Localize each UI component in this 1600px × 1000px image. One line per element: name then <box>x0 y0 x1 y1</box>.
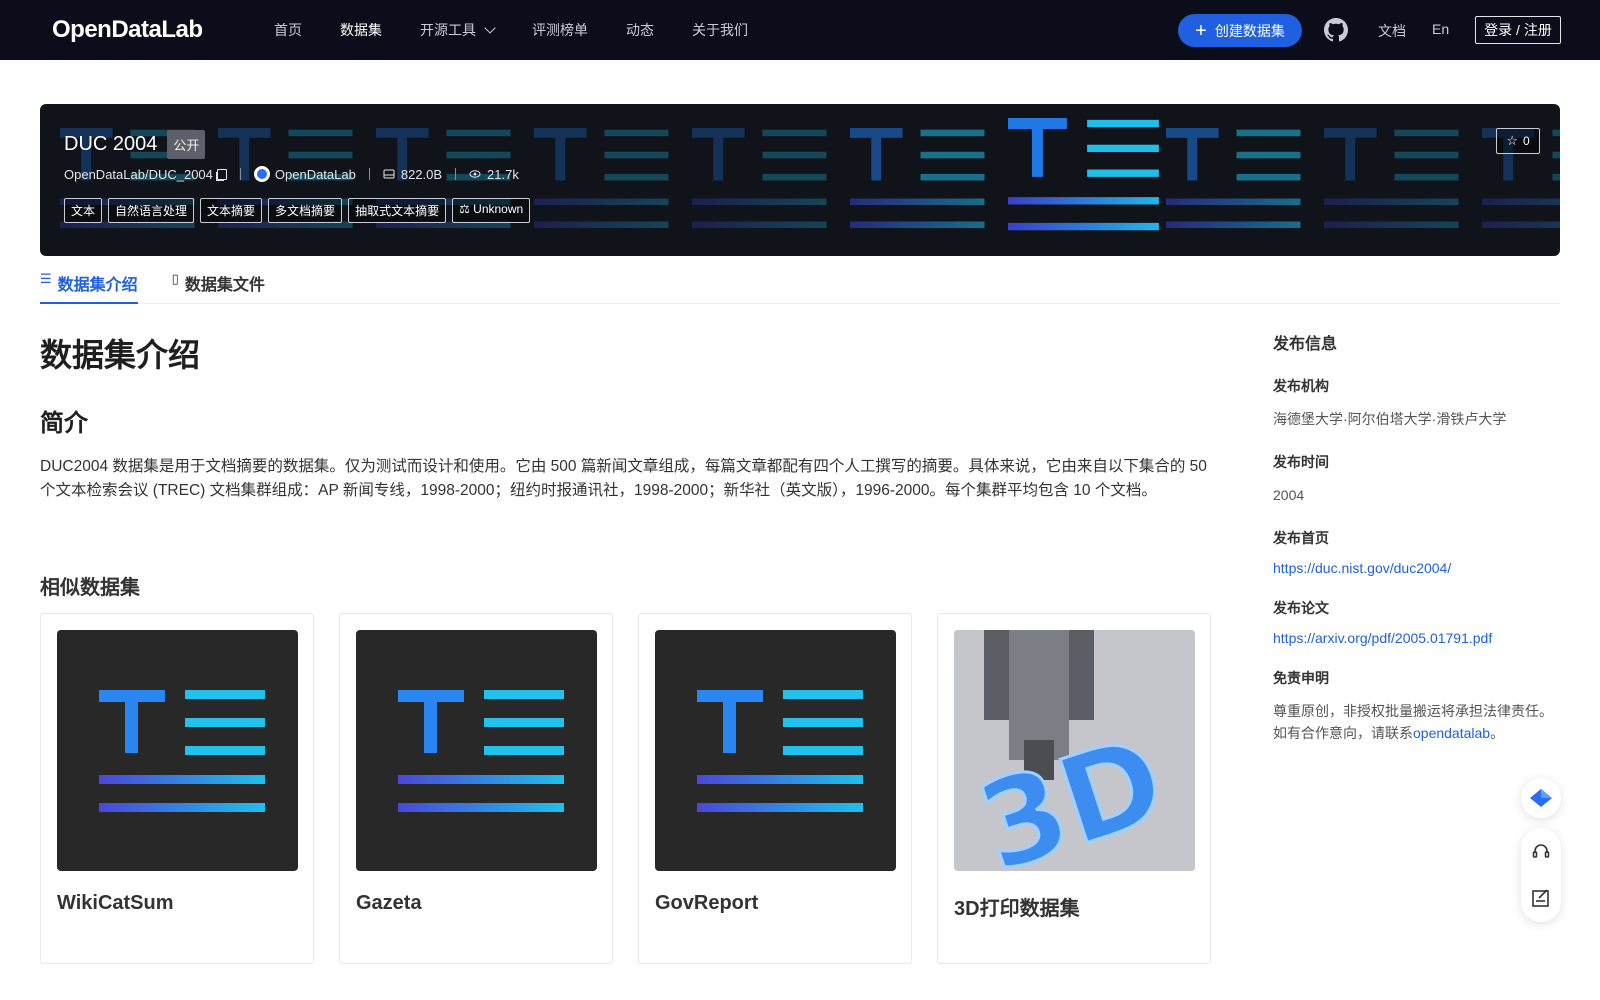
org-value: 海德堡大学·阿尔伯塔大学·滑铁卢大学 <box>1273 411 1507 427</box>
nav-link-tools[interactable]: 开源工具 <box>420 20 496 40</box>
paper-link[interactable]: https://arxiv.org/pdf/2005.01791.pdf <box>1273 630 1563 646</box>
logo-text: OpenDataLab <box>52 16 203 43</box>
similar-dataset-name: WikiCatSum <box>57 892 174 914</box>
license-tag[interactable]: ⚖ Unknown <box>452 198 531 223</box>
similar-dataset-name: Gazeta <box>356 892 422 914</box>
view-count: 21.7k <box>487 166 519 182</box>
divider <box>455 168 457 180</box>
nav-link-tools-label: 开源工具 <box>420 22 476 38</box>
logo[interactable]: OpenDataLab <box>52 14 203 46</box>
tag[interactable]: 文本 <box>64 198 103 223</box>
language-switch[interactable]: En <box>1432 21 1449 37</box>
tag[interactable]: 多文档摘要 <box>268 198 343 223</box>
similar-dataset-card[interactable]: 3D 3D打印数据集 <box>937 613 1211 964</box>
feedback-icon[interactable] <box>1531 888 1551 908</box>
publish-info: 发布信息 发布机构 海德堡大学·阿尔伯塔大学·滑铁卢大学 发布时间 2004 发… <box>1273 330 1563 744</box>
org-label: 发布机构 <box>1273 378 1329 394</box>
dataset-title-row: DUC 2004 公开 <box>64 130 206 159</box>
float-toolbar <box>1521 828 1561 922</box>
visibility-badge: 公开 <box>167 130 206 159</box>
dataset-meta-row: OpenDataLab/DUC_2004 OpenDataLab 822.0B … <box>64 166 519 182</box>
nav-links: 首页 数据集 开源工具 评测榜单 动态 关于我们 <box>274 0 786 60</box>
disclaimer-label: 免责申明 <box>1273 670 1329 686</box>
similar-dataset-name: 3D打印数据集 <box>954 898 1080 920</box>
tag-list: 文本 自然语言处理 文本摘要 多文档摘要 抽取式文本摘要 ⚖ Unknown <box>64 198 536 223</box>
text-icon <box>356 630 597 871</box>
dataset-title: DUC 2004 <box>64 133 158 155</box>
tab-files[interactable]: ▯ 数据集文件 <box>172 264 265 304</box>
text-icon <box>655 630 896 871</box>
disclaimer-text: 尊重原创，非授权批量搬运将承担法律责任。如有合作意向，请联系opendatala… <box>1273 700 1563 744</box>
star-icon: ☆ <box>1506 133 1518 148</box>
publish-info-title: 发布信息 <box>1273 336 1338 353</box>
assistant-button[interactable] <box>1521 778 1561 818</box>
3d-print-photo: 3D <box>954 630 1195 871</box>
dataset-banner: DUC 2004 公开 OpenDataLab/DUC_2004 OpenDat… <box>40 104 1560 256</box>
disclaimer-end: 。 <box>1490 725 1505 741</box>
chevron-down-icon <box>484 21 496 34</box>
copy-icon[interactable] <box>216 168 227 180</box>
homepage-label: 发布首页 <box>1273 530 1329 546</box>
divider <box>239 168 241 180</box>
dataset-description: DUC2004 数据集是用于文档摘要的数据集。仅为测试而设计和使用。它由 500… <box>40 458 1207 499</box>
nav-docs-link[interactable]: 文档 <box>1378 21 1406 41</box>
license-label: Unknown <box>473 202 524 216</box>
nav-link-about[interactable]: 关于我们 <box>692 20 748 40</box>
time-value: 2004 <box>1273 487 1305 503</box>
eye-icon <box>469 170 481 178</box>
org-name[interactable]: OpenDataLab <box>275 167 356 182</box>
dataset-path: OpenDataLab/DUC_2004 <box>64 166 213 182</box>
diamond-logo-icon <box>1530 789 1552 807</box>
similar-dataset-card[interactable]: WikiCatSum <box>40 613 314 964</box>
homepage-link[interactable]: https://duc.nist.gov/duc2004/ <box>1273 560 1563 576</box>
tag[interactable]: 自然语言处理 <box>108 198 195 223</box>
similar-dataset-name: GovReport <box>655 892 759 914</box>
scale-icon: ⚖ <box>459 202 474 216</box>
tag[interactable]: 文本摘要 <box>200 198 263 223</box>
login-button[interactable]: 登录 / 注册 <box>1475 16 1561 44</box>
storage-icon <box>383 169 395 179</box>
star-button[interactable]: ☆ 0 <box>1496 128 1540 154</box>
file-icon: ▯ <box>171 271 179 286</box>
similar-datasets: WikiCatSum Gazeta GovReport 3D 3D打印数据集 <box>40 613 1236 964</box>
star-count: 0 <box>1522 134 1530 148</box>
nav-link-news[interactable]: 动态 <box>626 20 654 40</box>
top-nav: OpenDataLab 首页 数据集 开源工具 评测榜单 动态 关于我们 + 创… <box>0 0 1600 60</box>
github-icon[interactable] <box>1324 18 1348 42</box>
headset-icon[interactable] <box>1531 842 1551 862</box>
page-title: 数据集介绍 <box>40 337 201 373</box>
similar-heading: 相似数据集 <box>40 577 140 599</box>
tab-intro-label: 数据集介绍 <box>57 277 138 294</box>
create-dataset-label: 创建数据集 <box>1214 22 1285 39</box>
database-icon: ☰ <box>40 271 52 286</box>
nav-link-leaderboard[interactable]: 评测榜单 <box>532 20 588 40</box>
org-avatar <box>253 166 270 182</box>
text-icon <box>57 630 298 871</box>
tab-files-label: 数据集文件 <box>184 277 265 294</box>
similar-dataset-card[interactable]: GovReport <box>638 613 912 964</box>
plus-icon: + <box>1195 19 1207 42</box>
tab-intro[interactable]: ☰ 数据集介绍 <box>40 264 138 304</box>
dataset-size: 822.0B <box>400 166 443 182</box>
tag[interactable]: 抽取式文本摘要 <box>348 198 447 223</box>
similar-dataset-card[interactable]: Gazeta <box>339 613 613 964</box>
dataset-tabs: ☰ 数据集介绍 ▯ 数据集文件 <box>40 264 1560 304</box>
nav-link-home[interactable]: 首页 <box>274 20 302 40</box>
time-label: 发布时间 <box>1273 454 1329 470</box>
nav-link-datasets[interactable]: 数据集 <box>340 20 382 40</box>
intro-heading: 简介 <box>40 410 88 437</box>
divider <box>368 168 370 180</box>
create-dataset-button[interactable]: + 创建数据集 <box>1178 14 1302 47</box>
paper-label: 发布论文 <box>1273 600 1329 616</box>
contact-link[interactable]: opendatalab <box>1413 725 1490 741</box>
